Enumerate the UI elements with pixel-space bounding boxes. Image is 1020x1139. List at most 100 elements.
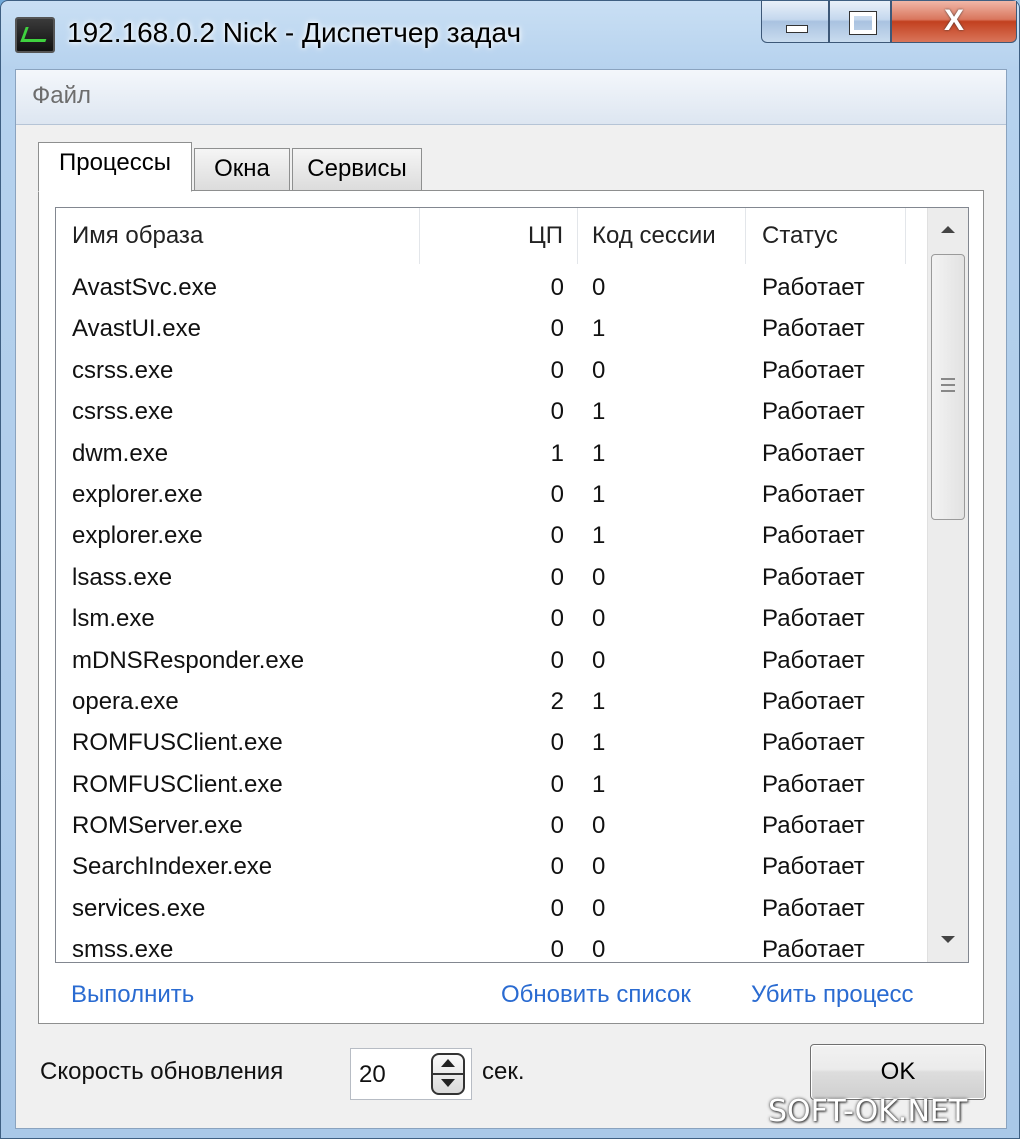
- scroll-up-arrow-icon[interactable]: [928, 208, 968, 252]
- process-name-cell: mDNSResponder.exe: [72, 646, 305, 674]
- cpu-cell: 1: [550, 439, 564, 467]
- refresh-unit-label: сек.: [482, 1058, 525, 1085]
- status-cell: Работает: [762, 687, 865, 715]
- process-name-cell: SearchIndexer.exe: [72, 853, 273, 881]
- stepper-down-arrow-icon[interactable]: [433, 1075, 463, 1093]
- status-cell: Работает: [762, 605, 865, 633]
- table-row[interactable]: lsm.exe 0 0 Работает: [56, 597, 926, 638]
- process-name-cell: smss.exe: [72, 936, 174, 963]
- menu-file[interactable]: Файл: [32, 82, 91, 110]
- process-name-cell: dwm.exe: [72, 439, 169, 467]
- tab-services[interactable]: Сервисы: [292, 148, 422, 190]
- processes-panel: Имя образа ЦП Код сессии Статус AvastSvc…: [38, 190, 984, 1024]
- table-row[interactable]: explorer.exe 0 1 Работает: [56, 514, 926, 555]
- table-row[interactable]: services.exe 0 0 Работает: [56, 887, 926, 928]
- list-rows: AvastSvc.exe 0 0 Работает AvastUI.exe 0 1 Работ…: [56, 266, 926, 963]
- status-cell: Работает: [762, 480, 865, 508]
- window-title: 192.168.0.2 Nick - Диспетчер задач: [67, 17, 522, 48]
- process-name-cell: opera.exe: [72, 687, 179, 715]
- session-id-cell: 0: [592, 605, 606, 633]
- kill-process-link[interactable]: Убить процесс: [751, 981, 914, 1009]
- column-header-session-id[interactable]: Код сессии: [578, 208, 746, 264]
- table-row[interactable]: smss.exe 0 0 Работает: [56, 928, 926, 963]
- status-cell: Работает: [762, 936, 865, 963]
- session-id-cell: 0: [592, 936, 606, 963]
- process-name-cell: ROMServer.exe: [72, 812, 243, 840]
- status-cell: Работает: [762, 729, 865, 757]
- refresh-rate-value[interactable]: 20: [359, 1061, 386, 1089]
- session-id-cell: 0: [592, 812, 606, 840]
- vertical-scrollbar[interactable]: [927, 208, 968, 962]
- table-row[interactable]: lsass.exe 0 0 Работает: [56, 556, 926, 597]
- table-row[interactable]: ROMFUSClient.exe 0 1 Работает: [56, 721, 926, 762]
- process-name-cell: lsm.exe: [72, 605, 155, 633]
- cpu-cell: 0: [550, 315, 564, 343]
- session-id-cell: 1: [592, 770, 606, 798]
- process-name-cell: ROMFUSClient.exe: [72, 770, 283, 798]
- status-cell: Работает: [762, 522, 865, 550]
- process-list[interactable]: Имя образа ЦП Код сессии Статус AvastSvc…: [55, 207, 969, 963]
- minimize-icon: [786, 25, 808, 33]
- status-cell: Работает: [762, 439, 865, 467]
- column-header-cpu[interactable]: ЦП: [420, 208, 578, 264]
- cpu-cell: 0: [550, 853, 564, 881]
- scroll-down-arrow-icon[interactable]: [928, 918, 968, 962]
- table-row[interactable]: mDNSResponder.exe 0 0 Работает: [56, 639, 926, 680]
- session-id-cell: 0: [592, 356, 606, 384]
- session-id-cell: 1: [592, 687, 606, 715]
- cpu-cell: 0: [550, 894, 564, 922]
- process-name-cell: AvastUI.exe: [72, 315, 201, 343]
- cpu-cell: 0: [550, 480, 564, 508]
- cpu-cell: 0: [550, 770, 564, 798]
- table-row[interactable]: AvastUI.exe 0 1 Работает: [56, 307, 926, 348]
- column-header-image-name[interactable]: Имя образа: [56, 208, 420, 264]
- status-cell: Работает: [762, 315, 865, 343]
- session-id-cell: 0: [592, 894, 606, 922]
- tab-processes[interactable]: Процессы: [38, 142, 192, 192]
- stepper-up-arrow-icon[interactable]: [433, 1055, 463, 1075]
- session-id-cell: 0: [592, 646, 606, 674]
- table-row[interactable]: csrss.exe 0 1 Работает: [56, 390, 926, 431]
- table-row[interactable]: opera.exe 2 1 Работает: [56, 680, 926, 721]
- table-row[interactable]: dwm.exe 1 1 Работает: [56, 432, 926, 473]
- process-name-cell: AvastSvc.exe: [72, 274, 217, 301]
- cpu-cell: 0: [550, 812, 564, 840]
- status-cell: Работает: [762, 812, 865, 840]
- refresh-list-link[interactable]: Обновить список: [501, 981, 691, 1009]
- session-id-cell: 1: [592, 729, 606, 757]
- column-header-status[interactable]: Статус: [746, 208, 906, 264]
- minimize-button[interactable]: [761, 1, 829, 43]
- ok-button[interactable]: OK: [810, 1044, 986, 1100]
- close-button[interactable]: X: [891, 1, 1017, 43]
- process-name-cell: ROMFUSClient.exe: [72, 729, 283, 757]
- session-id-cell: 1: [592, 398, 606, 426]
- status-cell: Работает: [762, 770, 865, 798]
- table-row[interactable]: explorer.exe 0 1 Работает: [56, 473, 926, 514]
- status-cell: Работает: [762, 894, 865, 922]
- cpu-cell: 0: [550, 729, 564, 757]
- table-row[interactable]: csrss.exe 0 0 Работает: [56, 349, 926, 390]
- status-cell: Работает: [762, 646, 865, 674]
- task-manager-icon: [15, 17, 55, 53]
- cpu-cell: 0: [550, 646, 564, 674]
- scrollbar-thumb[interactable]: [931, 254, 965, 520]
- maximize-button[interactable]: [829, 1, 891, 43]
- status-cell: Работает: [762, 398, 865, 426]
- status-cell: Работает: [762, 853, 865, 881]
- session-id-cell: 0: [592, 563, 606, 591]
- table-row[interactable]: AvastSvc.exe 0 0 Работает: [56, 266, 926, 307]
- table-row[interactable]: ROMServer.exe 0 0 Работает: [56, 804, 926, 845]
- run-link[interactable]: Выполнить: [71, 981, 194, 1009]
- stepper-buttons: [431, 1053, 465, 1095]
- close-icon: X: [943, 4, 964, 37]
- process-name-cell: services.exe: [72, 894, 206, 922]
- table-row[interactable]: SearchIndexer.exe 0 0 Работает: [56, 845, 926, 886]
- grip-line: [941, 384, 955, 386]
- maximize-icon: [849, 11, 877, 35]
- tab-windows[interactable]: Окна: [194, 148, 290, 190]
- table-row[interactable]: ROMFUSClient.exe 0 1 Работает: [56, 763, 926, 804]
- cpu-cell: 0: [550, 398, 564, 426]
- cpu-cell: 0: [550, 356, 564, 384]
- refresh-rate-stepper[interactable]: 20: [350, 1048, 472, 1100]
- title-bar[interactable]: 192.168.0.2 Nick - Диспетчер задач X: [1, 1, 1019, 69]
